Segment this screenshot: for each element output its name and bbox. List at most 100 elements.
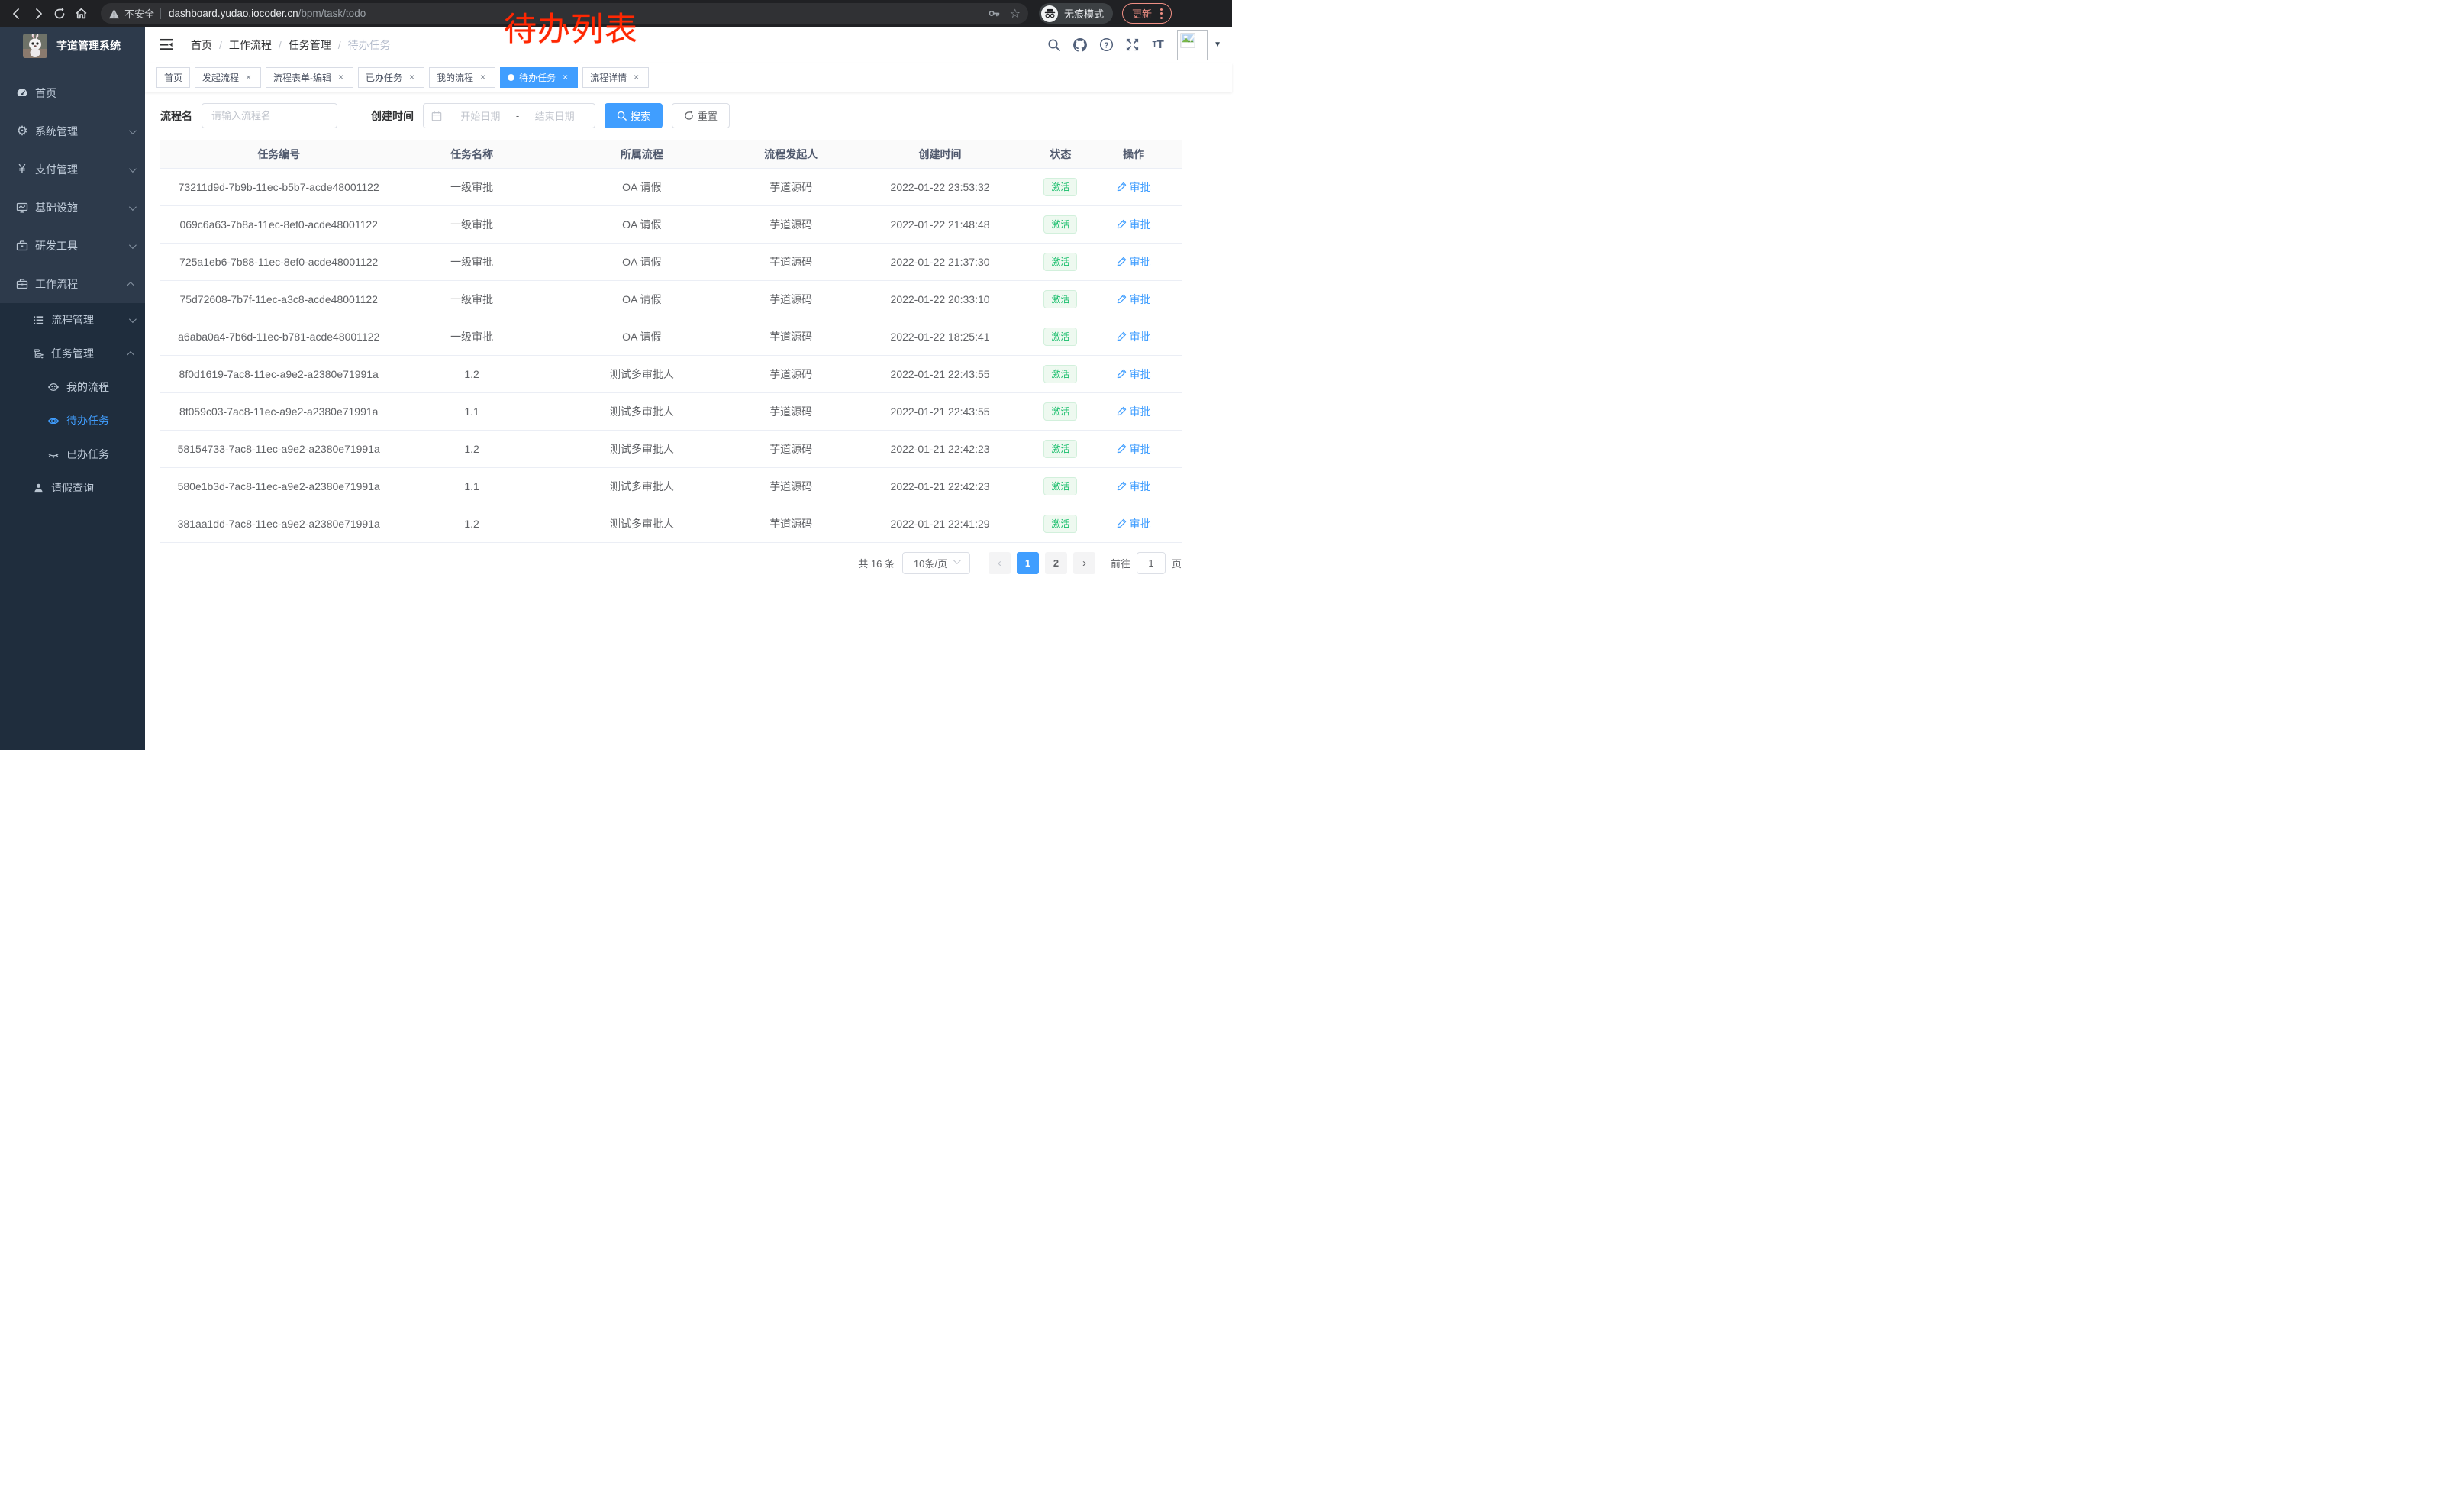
security-label[interactable]: 不安全	[124, 6, 154, 21]
approve-link[interactable]: 审批	[1117, 366, 1151, 382]
create-time-cell: 2022-01-21 22:42:23	[844, 430, 1035, 467]
caret-down-icon[interactable]: ▼	[1214, 40, 1221, 49]
sidebar-item-infra[interactable]: 基础设施	[0, 189, 145, 227]
approve-link-label: 审批	[1130, 516, 1151, 531]
starter-cell: 芋道源码	[737, 467, 844, 505]
approve-link[interactable]: 审批	[1117, 292, 1151, 307]
approve-link[interactable]: 审批	[1117, 179, 1151, 195]
app-title: 芋道管理系统	[56, 38, 121, 53]
tag-my-process[interactable]: 我的流程×	[429, 67, 495, 88]
breadcrumb-workflow[interactable]: 工作流程	[229, 37, 272, 53]
process-cell: OA 请假	[547, 243, 737, 280]
status-cell: 激活	[1036, 243, 1086, 280]
process-cell: 测试多审批人	[547, 505, 737, 542]
sidebar-item-todo-tasks[interactable]: 待办任务	[0, 404, 145, 437]
sidebar-item-done-tasks[interactable]: 已办任务	[0, 437, 145, 471]
sidebar-item-devtools[interactable]: 研发工具	[0, 227, 145, 265]
back-icon[interactable]	[6, 3, 27, 24]
chevron-down-icon	[129, 127, 137, 134]
task-name-cell: 一级审批	[397, 318, 546, 355]
goto-label: 前往	[1111, 556, 1130, 570]
tag-done-tasks[interactable]: 已办任务×	[358, 67, 424, 88]
password-key-icon[interactable]	[988, 7, 1001, 20]
sidebar-collapse-icon[interactable]	[153, 31, 180, 59]
forward-icon[interactable]	[27, 3, 49, 24]
approve-link[interactable]: 审批	[1117, 516, 1151, 531]
reset-button[interactable]: 重置	[672, 103, 730, 128]
page-size-select[interactable]: 10条/页	[902, 552, 970, 574]
browser-update-button[interactable]: 更新	[1122, 3, 1172, 24]
search-button[interactable]: 搜索	[605, 103, 663, 128]
url-path[interactable]: /bpm/task/todo	[298, 8, 366, 19]
sidebar-item-home[interactable]: 首页	[0, 74, 145, 112]
breadcrumb-task-mgmt[interactable]: 任务管理	[289, 37, 331, 53]
tag-todo-tasks[interactable]: 待办任务×	[500, 67, 578, 88]
range-separator: -	[513, 110, 522, 121]
home-icon[interactable]	[70, 3, 92, 24]
process-cell: 测试多审批人	[547, 467, 737, 505]
approve-link[interactable]: 审批	[1117, 217, 1151, 232]
sidebar-item-process-mgmt[interactable]: 流程管理	[0, 303, 145, 337]
approve-link[interactable]: 审批	[1117, 441, 1151, 457]
update-label[interactable]: 更新	[1132, 6, 1152, 21]
sidebar-item-payment[interactable]: ¥ 支付管理	[0, 150, 145, 189]
close-icon[interactable]: ×	[336, 73, 346, 82]
status-badge: 激活	[1043, 253, 1077, 271]
end-date-placeholder[interactable]: 结束日期	[522, 108, 587, 123]
url-host[interactable]: dashboard.yudao.iocoder.cn	[169, 8, 298, 19]
help-icon[interactable]: ?	[1095, 34, 1118, 56]
approve-link[interactable]: 审批	[1117, 404, 1151, 419]
start-date-placeholder[interactable]: 开始日期	[448, 108, 513, 123]
table-row: 8f059c03-7ac8-11ec-a9e2-a2380e71991a1.1测…	[160, 392, 1182, 430]
font-size-icon[interactable]: TT	[1147, 34, 1169, 56]
avatar[interactable]	[1177, 30, 1208, 60]
tag-start-process[interactable]: 发起流程×	[195, 67, 261, 88]
user-icon	[32, 482, 44, 494]
close-icon[interactable]: ×	[560, 73, 570, 82]
task-id-cell: 580e1b3d-7ac8-11ec-a9e2-a2380e71991a	[160, 467, 397, 505]
approve-link[interactable]: 审批	[1117, 329, 1151, 344]
browser-menu-icon[interactable]	[1158, 8, 1165, 19]
rabbit-logo	[23, 34, 47, 58]
tag-home[interactable]: 首页	[156, 67, 190, 88]
sidebar-item-workflow[interactable]: 工作流程	[0, 265, 145, 303]
app-logo-row[interactable]: 芋道管理系统	[0, 27, 145, 65]
status-badge: 激活	[1043, 290, 1077, 308]
page-1-button[interactable]: 1	[1017, 552, 1039, 574]
github-icon[interactable]	[1069, 34, 1092, 56]
fullscreen-icon[interactable]	[1121, 34, 1143, 56]
briefcase-icon	[16, 278, 28, 290]
search-icon[interactable]	[1043, 34, 1066, 56]
date-range-picker[interactable]: 开始日期 - 结束日期	[423, 103, 595, 128]
reload-icon[interactable]	[49, 3, 70, 24]
bookmark-star-icon[interactable]: ☆	[1010, 6, 1021, 21]
prev-page-button[interactable]: ‹	[989, 552, 1011, 574]
status-cell: 激活	[1036, 318, 1086, 355]
status-badge: 激活	[1043, 477, 1077, 495]
create-time-cell: 2022-01-21 22:43:55	[844, 392, 1035, 430]
sidebar-item-system[interactable]: ⚙ 系统管理	[0, 112, 145, 150]
close-icon[interactable]: ×	[631, 73, 641, 82]
sidebar-item-my-process[interactable]: 我的流程	[0, 370, 145, 404]
approve-link[interactable]: 审批	[1117, 479, 1151, 494]
close-icon[interactable]: ×	[478, 73, 488, 82]
tag-process-detail[interactable]: 流程详情×	[582, 67, 649, 88]
starter-cell: 芋道源码	[737, 243, 844, 280]
status-badge: 激活	[1043, 328, 1077, 346]
page-2-button[interactable]: 2	[1045, 552, 1067, 574]
sidebar-item-task-mgmt[interactable]: 任务管理	[0, 337, 145, 370]
sidebar-item-leave-query[interactable]: 请假查询	[0, 471, 145, 505]
status-cell: 激活	[1036, 392, 1086, 430]
incognito-badge: 无痕模式	[1039, 3, 1113, 24]
process-name-input[interactable]	[202, 103, 337, 128]
create-time-cell: 2022-01-21 22:43:55	[844, 355, 1035, 392]
actions-cell: 审批	[1085, 205, 1182, 243]
next-page-button[interactable]: ›	[1073, 552, 1095, 574]
close-icon[interactable]: ×	[407, 73, 417, 82]
close-icon[interactable]: ×	[243, 73, 253, 82]
task-id-cell: 381aa1dd-7ac8-11ec-a9e2-a2380e71991a	[160, 505, 397, 542]
approve-link[interactable]: 审批	[1117, 254, 1151, 270]
tag-form-edit[interactable]: 流程表单-编辑×	[266, 67, 353, 88]
breadcrumb-home[interactable]: 首页	[191, 37, 212, 53]
goto-page-input[interactable]	[1137, 552, 1166, 574]
